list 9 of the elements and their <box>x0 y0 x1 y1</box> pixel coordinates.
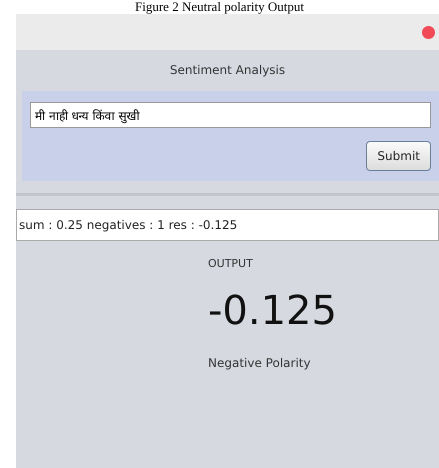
figure-caption: Figure 2 Neutral polarity Output <box>135 0 304 14</box>
polarity-label: Negative Polarity <box>208 356 311 370</box>
result-field[interactable]: sum : 0.25 negatives : 1 res : -0.125 <box>16 209 439 241</box>
output-score: -0.125 <box>208 288 337 334</box>
submit-button[interactable]: Submit <box>366 141 431 171</box>
input-field[interactable]: मी नाही धन्य किंवा सुखी <box>30 102 431 128</box>
close-icon[interactable] <box>422 26 435 38</box>
window-title: Sentiment Analysis <box>168 62 286 79</box>
output-label: OUTPUT <box>208 257 253 270</box>
